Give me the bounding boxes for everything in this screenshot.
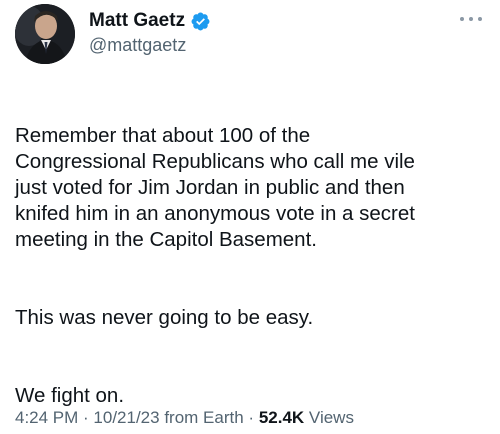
avatar[interactable] <box>15 4 75 64</box>
tweet-paragraph: This was never going to be easy. <box>15 306 314 329</box>
meta-separator: · <box>78 408 94 427</box>
tweet-time[interactable]: 4:24 PM <box>15 408 78 427</box>
author-display-name[interactable]: Matt Gaetz <box>89 8 185 34</box>
author-name-row: Matt Gaetz <box>89 8 211 34</box>
meta-separator: · <box>243 408 259 427</box>
views-count[interactable]: 52.4K <box>259 408 304 427</box>
tweet-source: from Earth <box>159 408 244 427</box>
tweet-paragraph: We fight on. <box>15 384 125 407</box>
more-horizontal-icon[interactable] <box>460 14 482 24</box>
tweet-date[interactable]: 10/21/23 <box>93 408 159 427</box>
views-label: Views <box>304 408 354 427</box>
tweet-text: Remember that about 100 of the Congressi… <box>15 97 485 434</box>
tweet-card: Matt Gaetz @mattgaetz Remember that abou… <box>0 0 500 434</box>
tweet-metadata: 4:24 PM · 10/21/23 from Earth · 52.4K Vi… <box>15 407 354 429</box>
author-handle[interactable]: @mattgaetz <box>89 34 186 56</box>
tweet-paragraph: Remember that about 100 of the Congressi… <box>15 124 415 251</box>
verified-badge-icon <box>190 11 211 32</box>
